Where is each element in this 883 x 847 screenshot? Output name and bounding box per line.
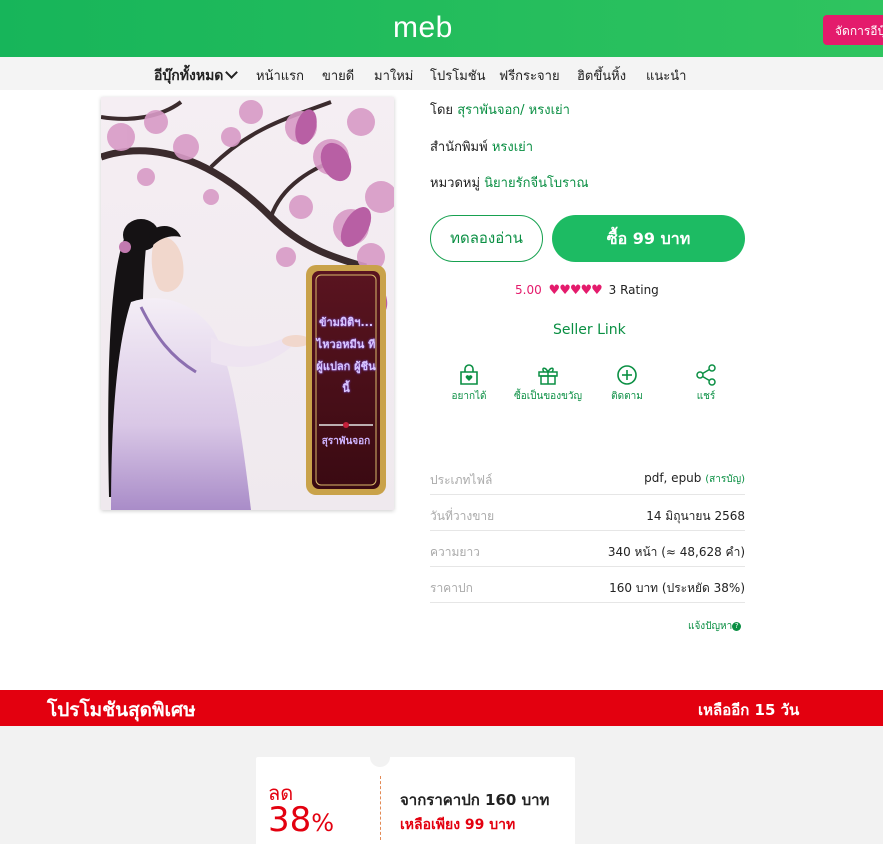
publisher-link[interactable]: หรงเย่า xyxy=(492,140,533,155)
cover-author-text: สุราพันจอก xyxy=(321,436,371,447)
report-label: แจ้งปัญหา xyxy=(688,621,733,632)
plus-circle-icon xyxy=(617,365,637,385)
top-bar: meb จัดการอีบุ๊ก xyxy=(0,0,883,57)
publisher-label: สำนักพิมพ์ xyxy=(430,140,488,155)
report-problem-link[interactable]: แจ้งปัญหา? xyxy=(688,619,742,634)
buy-button[interactable]: ซื้อ 99 บาท xyxy=(552,215,745,262)
info-row-release-date: วันที่วางขาย 14 มิถุนายน 2568 xyxy=(430,495,745,531)
nav-item-bestseller[interactable]: ขายดี xyxy=(322,65,354,86)
try-read-button[interactable]: ทดลองอ่าน xyxy=(430,215,543,262)
author-link[interactable]: สุราพันจอก/ หรงเย่า xyxy=(457,103,570,118)
promotion-title: โปรโมชันสุดพิเศษ xyxy=(47,699,196,721)
nav-item-recommended[interactable]: แนะนำ xyxy=(646,65,686,86)
release-date-value: 14 มิถุนายน 2568 xyxy=(646,509,745,523)
file-type-text: pdf, epub xyxy=(644,471,702,485)
category-line: หมวดหมู่ นิยายรักจีนโบราณ xyxy=(430,172,589,193)
coupon-sale-price: เหลือเพียง 99 บาท xyxy=(400,817,516,833)
nav-all-ebooks[interactable]: อีบุ๊กทั้งหมด xyxy=(154,65,239,87)
nav-item-free[interactable]: ฟรีกระจาย xyxy=(499,65,560,86)
manage-ebooks-button[interactable]: จัดการอีบุ๊ก xyxy=(823,15,883,45)
question-icon: ? xyxy=(732,621,742,631)
share-action[interactable]: แชร์ xyxy=(666,363,746,404)
rating: 5.00 ♥♥♥♥♥ 3 Rating xyxy=(515,283,659,298)
release-date-label: วันที่วางขาย xyxy=(430,509,495,523)
nav-item-promotion[interactable]: โปรโมชัน xyxy=(430,65,485,86)
coupon-original-price: จากราคาปก 160 บาท xyxy=(400,791,550,809)
author-line: โดย สุราพันจอก/ หรงเย่า xyxy=(430,99,570,120)
chevron-down-icon xyxy=(225,66,239,79)
file-type-label: ประเภทไฟล์ xyxy=(430,473,493,487)
nav-item-new[interactable]: มาใหม่ xyxy=(374,65,413,86)
share-icon xyxy=(696,364,716,386)
bag-heart-icon xyxy=(460,364,478,385)
discount-percent: 38% xyxy=(268,800,334,843)
wishlist-label: อยากได้ xyxy=(451,391,487,402)
rating-score: 5.00 xyxy=(515,283,542,297)
gift-icon xyxy=(538,367,558,385)
follow-action[interactable]: ติดตาม xyxy=(587,363,667,404)
file-type-value: pdf, epub (สารบัญ) xyxy=(644,471,745,487)
discount-unit: % xyxy=(311,809,335,837)
book-cover[interactable]: ข้ามมิติฯ... ไหวอหมีน ทีผู้แปลก ผู้ชีนนี… xyxy=(101,97,394,510)
category-link[interactable]: นิยายรักจีนโบราณ xyxy=(484,176,588,191)
rating-count: 3 Rating xyxy=(608,283,659,297)
length-label: ความยาว xyxy=(430,545,480,559)
promotion-banner: โปรโมชันสุดพิเศษ เหลืออีก 15 วัน xyxy=(0,690,883,726)
cover-price-label: ราคาปก xyxy=(430,581,473,595)
promotion-time-left: เหลืออีก 15 วัน xyxy=(698,701,800,719)
cover-price-value: 160 บาท (ประหยัด 38%) xyxy=(609,581,745,595)
coupon-divider xyxy=(380,776,381,840)
gift-label: ซื้อเป็นของขวัญ xyxy=(513,391,583,402)
coupon-notch xyxy=(370,747,390,767)
wishlist-action[interactable]: อยากได้ xyxy=(429,363,509,404)
nav-item-hits[interactable]: ฮิตขึ้นหิ้ง xyxy=(577,65,626,86)
by-label: โดย xyxy=(430,103,454,118)
publisher-line: สำนักพิมพ์ หรงเย่า xyxy=(430,136,533,157)
cover-title-text: ข้ามมิติฯ... ไหวอหมีน ทีผู้แปลก ผู้ชีนนี… xyxy=(316,316,376,395)
length-value: 340 หน้า (≈ 48,628 คำ) xyxy=(607,545,745,559)
seller-link[interactable]: Seller Link xyxy=(553,322,626,338)
nav-item-home[interactable]: หน้าแรก xyxy=(256,65,304,86)
info-row-cover-price: ราคาปก 160 บาท (ประหยัด 38%) xyxy=(430,567,745,603)
discount-value: 38 xyxy=(268,800,312,840)
gift-action[interactable]: ซื้อเป็นของขวัญ xyxy=(508,363,588,404)
info-row-length: ความยาว 340 หน้า (≈ 48,628 คำ) xyxy=(430,531,745,567)
info-row-file-type: ประเภทไฟล์ pdf, epub (สารบัญ) xyxy=(430,459,745,495)
category-label: หมวดหมู่ xyxy=(430,176,481,191)
rating-hearts-icon: ♥♥♥♥♥ xyxy=(548,283,603,298)
category-nav: อีบุ๊กทั้งหมด หน้าแรก ขายดี มาใหม่ โปรโม… xyxy=(0,57,883,90)
table-of-contents-link[interactable]: (สารบัญ) xyxy=(705,474,745,485)
nav-all-label: อีบุ๊กทั้งหมด xyxy=(154,68,224,84)
share-label: แชร์ xyxy=(696,391,716,402)
meb-logo[interactable]: meb xyxy=(393,11,453,45)
follow-label: ติดตาม xyxy=(611,391,643,402)
